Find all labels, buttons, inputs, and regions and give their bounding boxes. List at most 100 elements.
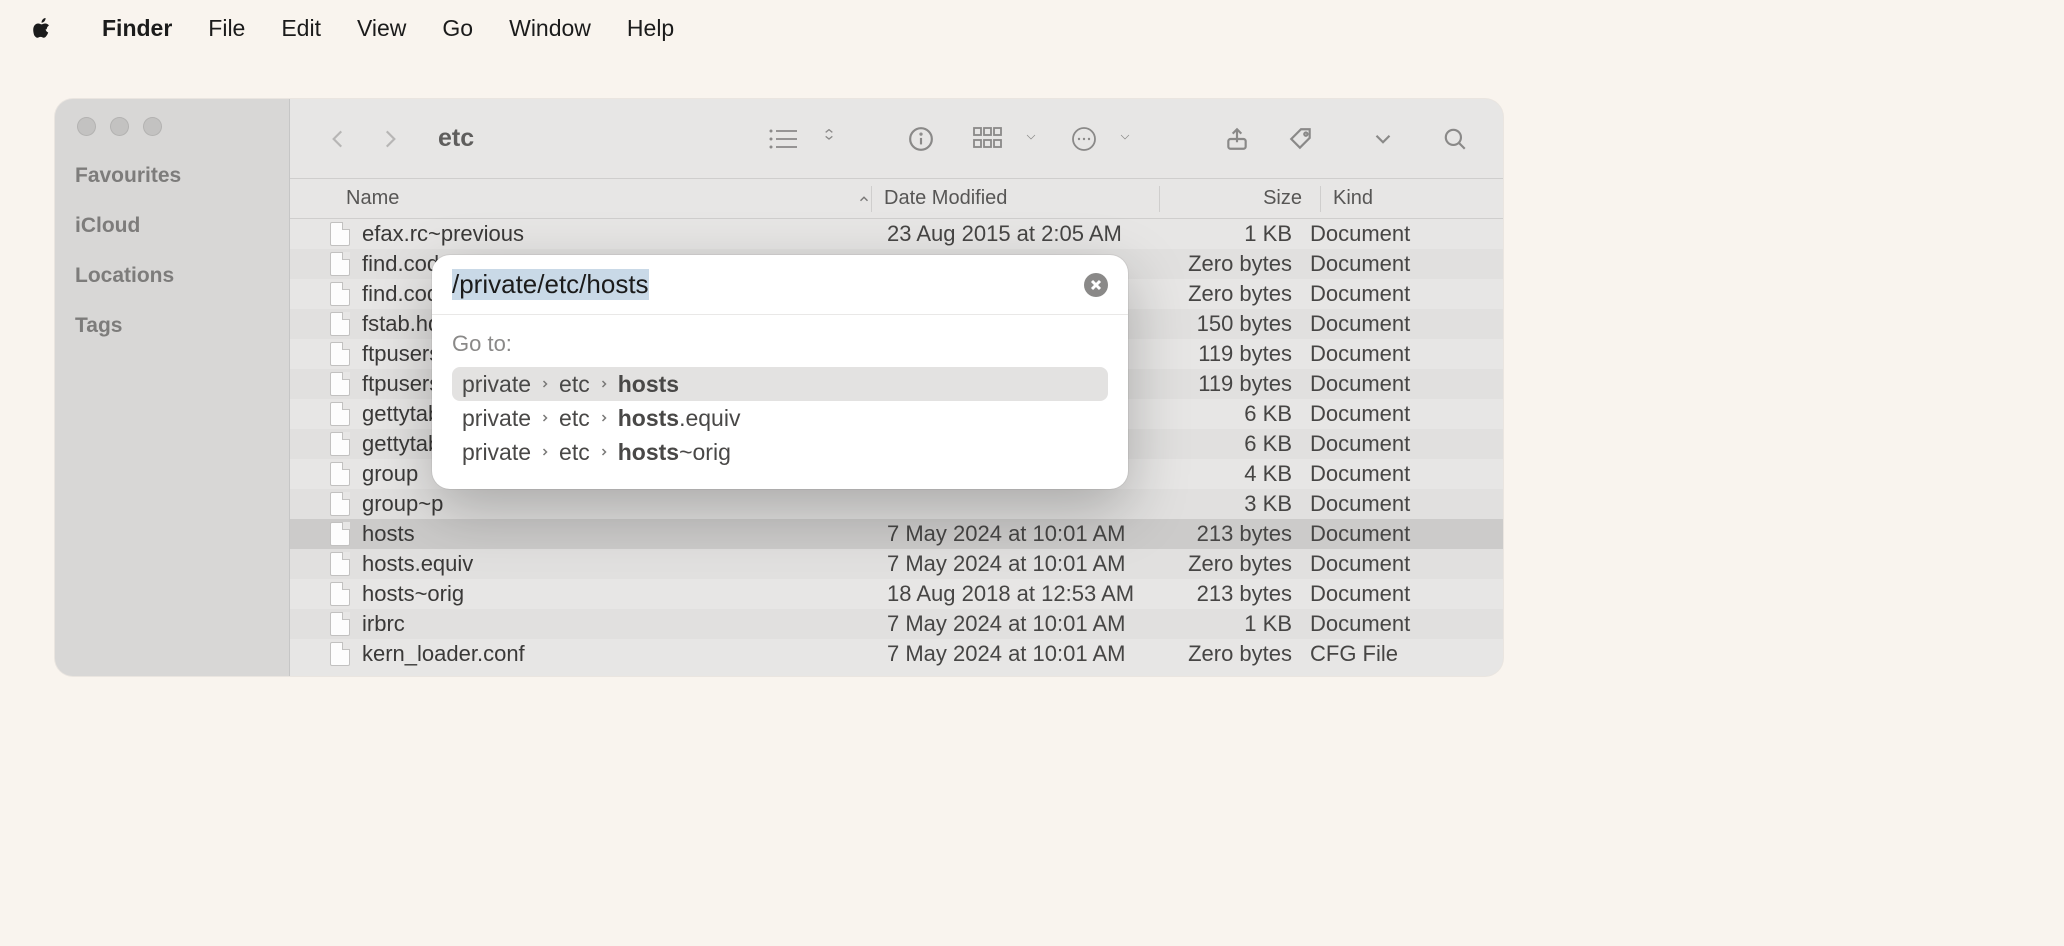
document-icon: [330, 282, 350, 306]
window-controls: [75, 117, 269, 136]
toolbar-overflow-button[interactable]: [1363, 119, 1403, 159]
sidebar-section-favourites[interactable]: Favourites: [75, 164, 269, 188]
column-headers: Name Date Modified Size Kind: [290, 179, 1503, 219]
clear-input-button[interactable]: [1084, 273, 1108, 297]
share-button[interactable]: [1217, 119, 1257, 159]
tags-button[interactable]: [1281, 119, 1321, 159]
file-date: 7 May 2024 at 10:01 AM: [887, 611, 1162, 637]
document-icon: [330, 312, 350, 336]
view-switcher-chevron-icon: [821, 127, 837, 151]
document-icon: [330, 222, 350, 246]
file-kind: Document: [1310, 431, 1503, 457]
menu-file[interactable]: File: [190, 7, 263, 50]
apple-menu-icon[interactable]: [28, 14, 56, 42]
file-row[interactable]: hosts.equiv7 May 2024 at 10:01 AMZero by…: [290, 549, 1503, 579]
menu-edit[interactable]: Edit: [263, 7, 339, 50]
document-icon: [330, 492, 350, 516]
file-kind: Document: [1310, 371, 1503, 397]
file-kind: Document: [1310, 251, 1503, 277]
file-size: 119 bytes: [1162, 341, 1310, 367]
file-kind: Document: [1310, 281, 1503, 307]
file-size: 6 KB: [1162, 401, 1310, 427]
document-icon: [330, 372, 350, 396]
chevron-right-icon: [539, 378, 551, 390]
column-size[interactable]: Size: [1172, 187, 1320, 210]
chevron-right-icon: [598, 378, 610, 390]
file-name: hosts~orig: [362, 581, 887, 607]
file-size: Zero bytes: [1162, 551, 1310, 577]
menu-help[interactable]: Help: [609, 7, 692, 50]
document-icon: [330, 612, 350, 636]
toolbar: etc: [290, 99, 1503, 179]
file-name: efax.rc~previous: [362, 221, 887, 247]
file-size: 3 KB: [1162, 491, 1310, 517]
menu-view[interactable]: View: [339, 7, 424, 50]
file-row[interactable]: efax.rc~previous23 Aug 2015 at 2:05 AM1 …: [290, 219, 1503, 249]
file-size: 1 KB: [1162, 611, 1310, 637]
file-size: Zero bytes: [1162, 641, 1310, 667]
go-to-suggestion[interactable]: privateetchosts: [452, 367, 1108, 401]
file-date: 7 May 2024 at 10:01 AM: [887, 521, 1162, 547]
document-icon: [330, 642, 350, 666]
file-name: group~p: [362, 491, 887, 517]
document-icon: [330, 462, 350, 486]
group-by-button[interactable]: [973, 127, 1039, 151]
go-to-path-input[interactable]: [452, 269, 1084, 300]
file-size: 6 KB: [1162, 431, 1310, 457]
column-kind[interactable]: Kind: [1333, 187, 1503, 210]
file-size: Zero bytes: [1162, 281, 1310, 307]
chevron-down-icon: [1117, 127, 1133, 151]
close-button[interactable]: [77, 117, 96, 136]
info-button[interactable]: [901, 119, 941, 159]
file-size: Zero bytes: [1162, 251, 1310, 277]
menu-go[interactable]: Go: [424, 7, 491, 50]
chevron-right-icon: [539, 412, 551, 424]
file-name: kern_loader.conf: [362, 641, 887, 667]
view-switcher[interactable]: [767, 126, 837, 152]
column-date-modified[interactable]: Date Modified: [884, 187, 1159, 210]
file-row[interactable]: hosts7 May 2024 at 10:01 AM213 bytesDocu…: [290, 519, 1503, 549]
sidebar-section-locations[interactable]: Locations: [75, 264, 269, 288]
file-row[interactable]: kern_loader.conf7 May 2024 at 10:01 AMZe…: [290, 639, 1503, 669]
chevron-right-icon: [598, 446, 610, 458]
file-date: 7 May 2024 at 10:01 AM: [887, 551, 1162, 577]
file-size: 150 bytes: [1162, 311, 1310, 337]
file-kind: Document: [1310, 581, 1503, 607]
file-name: irbrc: [362, 611, 887, 637]
file-row[interactable]: irbrc7 May 2024 at 10:01 AM1 KBDocument: [290, 609, 1503, 639]
column-name[interactable]: Name: [346, 187, 871, 210]
zoom-button[interactable]: [143, 117, 162, 136]
sidebar-section-tags[interactable]: Tags: [75, 314, 269, 338]
go-to-suggestion[interactable]: privateetchosts.equiv: [452, 401, 1108, 435]
file-date: 18 Aug 2018 at 12:53 AM: [887, 581, 1162, 607]
app-menu[interactable]: Finder: [84, 7, 190, 50]
search-button[interactable]: [1435, 119, 1475, 159]
sort-ascending-icon: [857, 192, 871, 206]
document-icon: [330, 522, 350, 546]
file-size: 4 KB: [1162, 461, 1310, 487]
sidebar-section-icloud[interactable]: iCloud: [75, 214, 269, 238]
action-menu-button[interactable]: [1071, 126, 1133, 152]
column-name-label: Name: [346, 187, 399, 210]
file-kind: Document: [1310, 461, 1503, 487]
go-to-suggestion[interactable]: privateetchosts~orig: [452, 435, 1108, 469]
file-kind: CFG File: [1310, 641, 1503, 667]
menu-window[interactable]: Window: [491, 7, 609, 50]
minimize-button[interactable]: [110, 117, 129, 136]
file-kind: Document: [1310, 611, 1503, 637]
nav-back-button[interactable]: [318, 119, 358, 159]
file-kind: Document: [1310, 551, 1503, 577]
file-kind: Document: [1310, 491, 1503, 517]
nav-forward-button[interactable]: [370, 119, 410, 159]
document-icon: [330, 402, 350, 426]
file-date: 7 May 2024 at 10:01 AM: [887, 641, 1162, 667]
document-icon: [330, 582, 350, 606]
file-size: 1 KB: [1162, 221, 1310, 247]
window-title: etc: [438, 124, 474, 153]
file-kind: Document: [1310, 221, 1503, 247]
file-size: 213 bytes: [1162, 581, 1310, 607]
file-size: 119 bytes: [1162, 371, 1310, 397]
document-icon: [330, 252, 350, 276]
file-row[interactable]: group~p 3 KBDocument: [290, 489, 1503, 519]
file-row[interactable]: hosts~orig18 Aug 2018 at 12:53 AM213 byt…: [290, 579, 1503, 609]
